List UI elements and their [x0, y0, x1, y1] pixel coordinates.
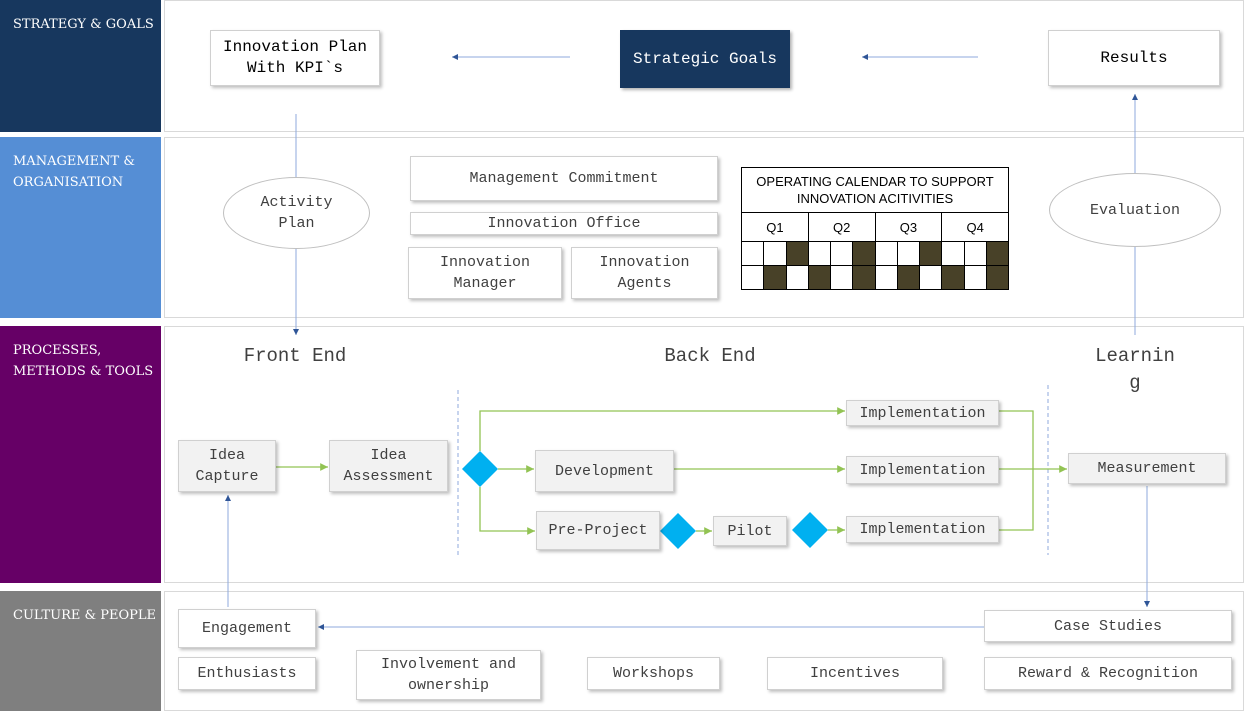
calendar-cell-filled — [920, 242, 943, 266]
quarter-label: Q1 — [742, 213, 809, 241]
idea-assessment-box: Idea Assessment — [329, 440, 448, 492]
calendar-row — [742, 266, 1008, 290]
calendar-quarters: Q1 Q2 Q3 Q4 — [742, 213, 1008, 242]
calendar-cell-filled — [897, 266, 920, 290]
calendar-cell-empty — [875, 242, 898, 266]
back-end-label: Back End — [664, 345, 756, 367]
implementation-box: Implementation — [846, 516, 999, 543]
innovation-plan-box: Innovation Plan With KPI`s — [210, 30, 380, 86]
development-box: Development — [535, 450, 674, 492]
workshops-box: Workshops — [587, 657, 720, 690]
implementation-box: Implementation — [846, 456, 999, 484]
calendar-cell-filled — [808, 266, 831, 290]
innovation-manager-box: Innovation Manager — [408, 247, 562, 299]
calendar-cell-empty — [831, 266, 854, 290]
management-commitment-box: Management Commitment — [410, 156, 718, 201]
evaluation-ellipse: Evaluation — [1049, 173, 1221, 247]
enthusiasts-box: Enthusiasts — [178, 657, 316, 690]
decision-diamond — [660, 513, 696, 549]
front-end-label: Front End — [243, 345, 347, 367]
implementation-box: Implementation — [846, 400, 999, 426]
measurement-box: Measurement — [1068, 453, 1226, 484]
quarter-label: Q2 — [809, 213, 876, 241]
case-studies-box: Case Studies — [984, 610, 1232, 642]
calendar-cell-empty — [875, 266, 898, 290]
calendar-cell-filled — [764, 266, 787, 290]
innovation-agents-box: Innovation Agents — [571, 247, 718, 299]
pre-project-box: Pre-Project — [536, 511, 660, 550]
reward-recognition-box: Reward & Recognition — [984, 657, 1232, 690]
calendar-cell-filled — [986, 266, 1008, 290]
pilot-box: Pilot — [713, 516, 787, 546]
calendar-row — [742, 242, 1008, 266]
calendar-cell-empty — [808, 242, 831, 266]
calendar-cell-empty — [764, 242, 787, 266]
quarter-label: Q4 — [966, 219, 984, 235]
quarter-label: Q3 — [876, 213, 943, 241]
strategic-goals-box: Strategic Goals — [620, 30, 790, 88]
calendar-cell-empty — [831, 242, 854, 266]
calendar-cell-empty — [942, 242, 965, 266]
incentives-box: Incentives — [767, 657, 943, 690]
calendar-cell-empty — [742, 242, 765, 266]
results-box: Results — [1048, 30, 1220, 86]
calendar-cell-filled — [853, 266, 876, 290]
learning-label: Learning — [1095, 345, 1175, 394]
engagement-box: Engagement — [178, 609, 316, 648]
idea-capture-box: Idea Capture — [178, 440, 276, 492]
calendar-cell-empty — [964, 266, 987, 290]
calendar-cell-filled — [853, 242, 876, 266]
calendar-title: OPERATING CALENDAR TO SUPPORT INNOVATION… — [742, 168, 1008, 213]
calendar-cell-filled — [986, 242, 1008, 266]
calendar-cell-empty — [786, 266, 809, 290]
decision-diamond — [792, 512, 828, 548]
calendar-cell-empty — [964, 242, 987, 266]
calendar-cell-empty — [897, 242, 920, 266]
activity-plan-ellipse: Activity Plan — [223, 177, 370, 249]
decision-diamond — [462, 451, 498, 487]
connectors — [225, 54, 1150, 630]
innovation-office-box: Innovation Office — [410, 212, 718, 235]
calendar-cell-filled — [942, 266, 965, 290]
calendar-cell-empty — [920, 266, 943, 290]
calendar-cell-filled — [786, 242, 809, 266]
operating-calendar: OPERATING CALENDAR TO SUPPORT INNOVATION… — [741, 167, 1009, 290]
calendar-cell-empty — [742, 266, 765, 290]
involvement-box: Involvement and ownership — [356, 650, 541, 700]
